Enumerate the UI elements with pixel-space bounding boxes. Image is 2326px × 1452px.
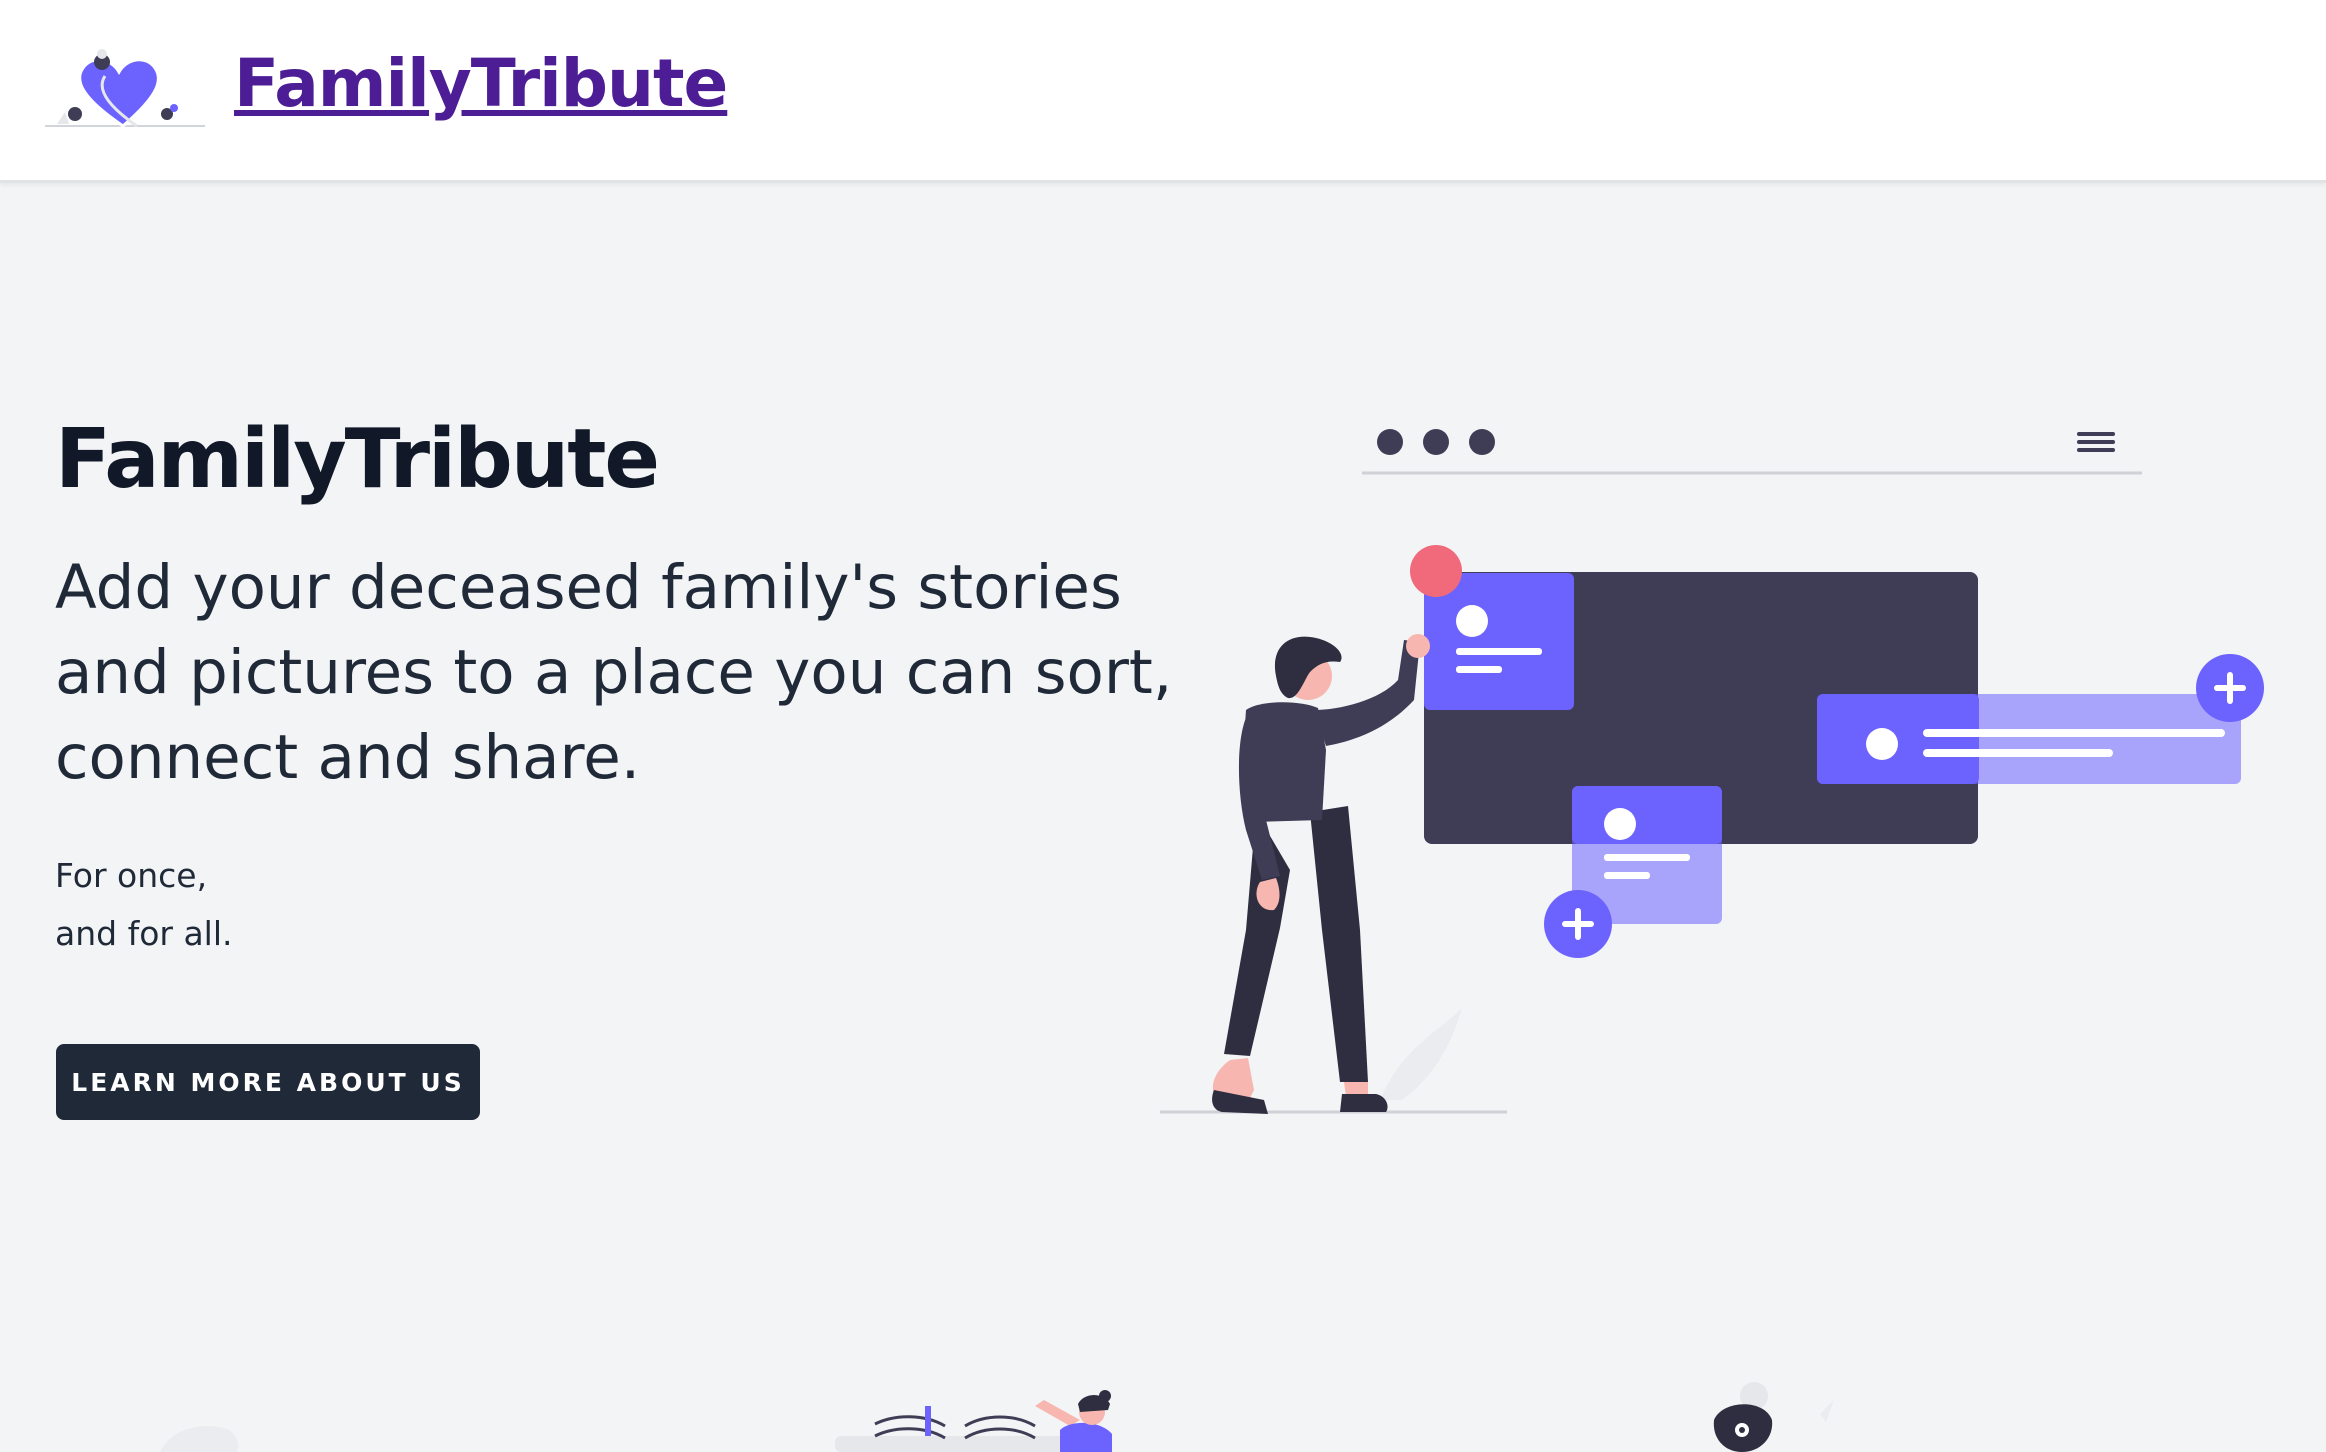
learn-more-button[interactable]: LEARN MORE ABOUT US <box>56 1044 480 1120</box>
hero-tagline-line1: For once, <box>55 856 208 895</box>
bottom-illustrations <box>160 1382 1834 1452</box>
brand-name[interactable]: FamilyTribute <box>234 44 728 124</box>
person-building-profile-cards-illustration <box>1160 429 2264 1114</box>
person-figure <box>1212 634 1430 1114</box>
hero-subtitle: Add your deceased family's stories and p… <box>55 552 1173 793</box>
heart-icon <box>45 49 205 128</box>
site-header: FamilyTribute <box>0 0 2326 183</box>
open-book-illustration <box>835 1406 1075 1452</box>
creature-illustration <box>1713 1382 1834 1452</box>
hamburger-menu-icon <box>2077 432 2115 452</box>
add-card-icon <box>1544 890 1612 958</box>
browser-dots-icon <box>1377 429 1495 455</box>
hero-title: FamilyTribute <box>55 412 660 507</box>
add-card-icon <box>2196 654 2264 722</box>
hero-tagline-line2: and for all. <box>55 914 233 953</box>
